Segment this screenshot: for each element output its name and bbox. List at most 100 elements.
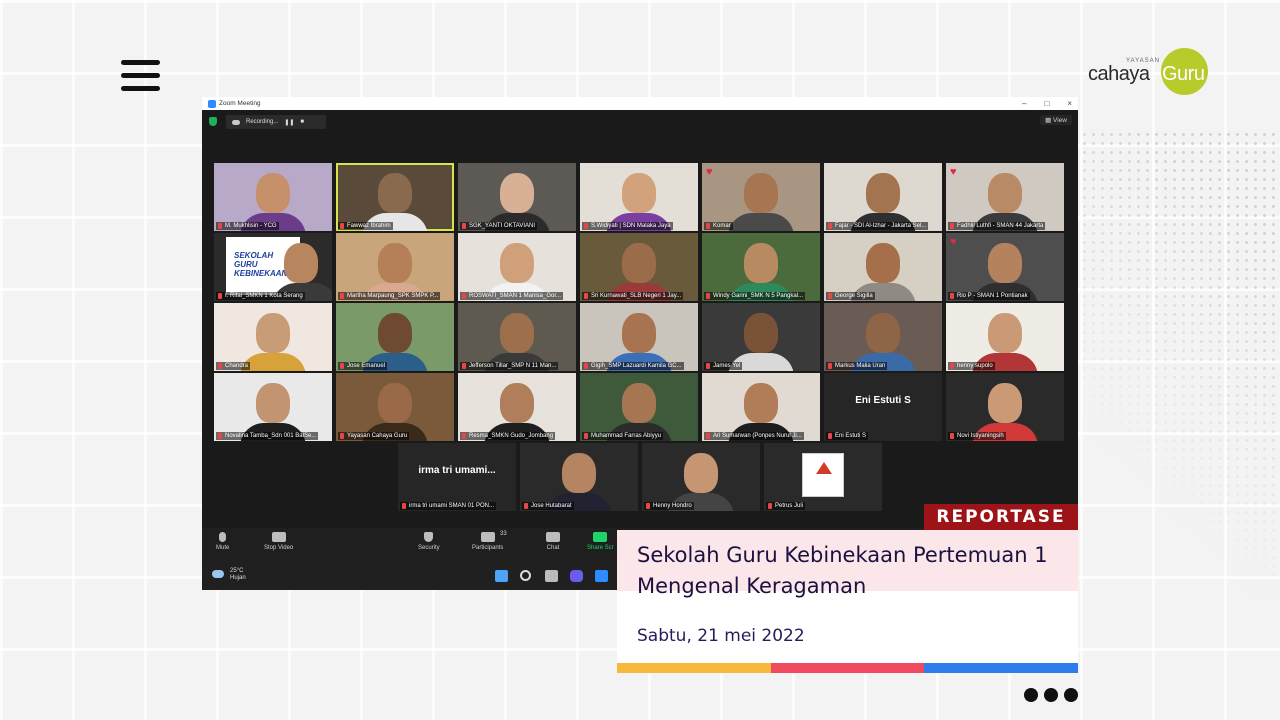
participant-name: Jose Emanuel	[338, 362, 388, 370]
participant-face	[866, 243, 900, 283]
heart-reaction-icon: ♥	[950, 166, 957, 178]
participant-tile[interactable]: henny supolo	[946, 303, 1064, 371]
heart-reaction-icon: ♥	[950, 236, 957, 248]
chat-icon	[546, 532, 560, 542]
participant-name: Eni Estuti S	[826, 432, 869, 440]
participant-tile[interactable]: S.Widiyati | SDN Malaka Jaya	[580, 163, 698, 231]
participant-name: Yayasan Cahaya Guru	[338, 432, 410, 440]
participant-name: Jefferson Tillar_SMP N 11 Man...	[460, 362, 559, 370]
participant-face	[622, 173, 656, 213]
hamburger-menu-icon[interactable]	[121, 60, 160, 93]
participant-face	[744, 173, 778, 213]
pause-icon[interactable]: ❚❚	[284, 119, 294, 126]
security-label: Security	[418, 545, 440, 551]
search-icon[interactable]	[520, 570, 531, 581]
participant-tile[interactable]: ♥ Rio P - SMAN 1 Pontianak	[946, 233, 1064, 301]
participant-tile[interactable]: Windy Garini_SMK N 5 Pangkal...	[702, 233, 820, 301]
view-label: View	[1053, 117, 1067, 124]
shield-icon[interactable]	[209, 117, 217, 126]
color-bar-yellow	[617, 663, 771, 673]
stop-video-button[interactable]: Stop Video	[264, 532, 293, 551]
participant-tile[interactable]: Chandra	[214, 303, 332, 371]
stop-icon[interactable]: ■	[300, 119, 304, 125]
participant-tile[interactable]: Fawwaz Ibrahim	[336, 163, 454, 231]
microphone-icon	[219, 532, 227, 542]
participant-tile[interactable]: Martha Marpaung_SPK SMPK P...	[336, 233, 454, 301]
participant-name: Markus Malia Uran	[826, 362, 888, 370]
participant-name: Rio P - SMAN 1 Pontianak	[948, 292, 1030, 300]
task-view-icon[interactable]	[545, 570, 558, 582]
participant-name: Fawwaz Ibrahim	[338, 222, 393, 230]
security-button[interactable]: Security	[418, 532, 440, 551]
teams-chat-icon[interactable]	[570, 570, 583, 582]
participant-tile[interactable]: ♥ Fadhlil Luthfi - SMAN 44 Jakarta	[946, 163, 1064, 231]
participant-face	[622, 243, 656, 283]
participant-tile[interactable]: Gigih_SMP Lazuardi Kamila GC...	[580, 303, 698, 371]
participant-tile[interactable]: Sri Kurnawati_SLB Negeri 1 Jay...	[580, 233, 698, 301]
dot-pattern-decoration	[1080, 130, 1280, 600]
participant-tile[interactable]: Muhammad Farras Abiyyu	[580, 373, 698, 441]
participant-name: ROSWATI_SMAN 1 Manisa_Gor...	[460, 292, 564, 300]
color-bar-blue	[924, 663, 1079, 673]
participant-tile[interactable]: Henny Hondro	[642, 443, 760, 511]
participant-face	[988, 173, 1022, 213]
participants-count: 33	[500, 531, 507, 537]
participant-face	[500, 173, 534, 213]
zoom-titlebar: Zoom Meeting – □ ×	[202, 97, 1078, 110]
share-screen-button[interactable]: Share Scr	[587, 532, 614, 551]
participant-tile[interactable]: Novalina Tamba_Sdn 001 BalSe...	[214, 373, 332, 441]
recording-indicator[interactable]: Recording... ❚❚ ■	[226, 115, 326, 129]
participant-tile[interactable]: Novi Istiyaningsih	[946, 373, 1064, 441]
participant-tile[interactable]: Jose Hutabarat	[520, 443, 638, 511]
cahaya-guru-logo[interactable]: YAYASAN cahaya Guru	[1088, 48, 1210, 96]
mail-icon[interactable]	[595, 570, 608, 582]
participant-face	[500, 383, 534, 423]
participant-tile[interactable]: Yayasan Cahaya Guru	[336, 373, 454, 441]
share-screen-label: Share Scr	[587, 545, 614, 551]
zoom-logo-icon	[208, 99, 216, 108]
participant-name: Komar	[704, 222, 733, 230]
participant-tile[interactable]: Resma_SMKN Gudo_Jombang	[458, 373, 576, 441]
chat-button[interactable]: Chat	[546, 532, 560, 551]
participant-tile[interactable]: Markus Malia Uran	[824, 303, 942, 371]
participant-tile[interactable]: Fajar - SDI Al-Izhar - Jakarta Sel...	[824, 163, 942, 231]
weather-widget[interactable]: 25°C Hujan	[212, 568, 246, 582]
participant-tile[interactable]: SEKOLAH GURU KEBINEKAAN I. Rifai_SMKN 1 K…	[214, 233, 332, 301]
more-options-icon[interactable]	[1024, 688, 1078, 702]
participants-button[interactable]: Participants 33	[472, 531, 507, 551]
participant-face	[744, 313, 778, 353]
heart-reaction-icon: ♥	[706, 166, 713, 178]
participant-name: SGK_YANTI OKTAVIANI	[460, 222, 538, 230]
weather-condition: Hujan	[230, 575, 246, 581]
participant-name: Petrus Juli	[766, 502, 806, 510]
participant-tile[interactable]: Jefferson Tillar_SMP N 11 Man...	[458, 303, 576, 371]
windows-start-icon[interactable]	[495, 570, 508, 582]
participant-tile[interactable]: M. Mukhlisin - YCG	[214, 163, 332, 231]
participant-face	[988, 313, 1022, 353]
participant-tile[interactable]: Jose Emanuel	[336, 303, 454, 371]
participant-tile[interactable]: James Yel	[702, 303, 820, 371]
participant-name: I. Rifai_SMKN 1 Kota Serang	[216, 292, 305, 300]
color-bar-red	[770, 663, 925, 673]
participant-name: James Yel	[704, 362, 743, 370]
participant-name: Sri Kurnawati_SLB Negeri 1 Jay...	[582, 292, 684, 300]
minimize-icon[interactable]: –	[1022, 99, 1026, 108]
participant-tile[interactable]: Ari Sumarwan (Ponpes Nurul Ji...	[702, 373, 820, 441]
participant-tile[interactable]: ROSWATI_SMAN 1 Manisa_Gor...	[458, 233, 576, 301]
participant-tile[interactable]: George Sigilla	[824, 233, 942, 301]
close-icon[interactable]: ×	[1067, 99, 1072, 108]
participant-name: S.Widiyati | SDN Malaka Jaya	[582, 222, 673, 230]
participant-name: Novi Istiyaningsih	[948, 432, 1006, 440]
maximize-icon[interactable]: □	[1044, 99, 1049, 108]
mute-button[interactable]: Mute	[216, 532, 229, 551]
participant-name: Fajar - SDI Al-Izhar - Jakarta Sel...	[826, 222, 929, 230]
view-button[interactable]: ▦ View	[1040, 115, 1072, 125]
participant-name: George Sigilla	[826, 292, 875, 300]
participant-tile[interactable]: irma tri umami... irma tri umami SMAN 01 …	[398, 443, 516, 511]
participant-tile[interactable]: ♥ Komar	[702, 163, 820, 231]
participant-face	[378, 243, 412, 283]
participant-tile[interactable]: Petrus Juli	[764, 443, 882, 511]
recording-label: Recording...	[246, 119, 279, 125]
participant-tile[interactable]: Eni Estuti S Eni Estuti S	[824, 373, 942, 441]
participant-tile[interactable]: SGK_YANTI OKTAVIANI	[458, 163, 576, 231]
